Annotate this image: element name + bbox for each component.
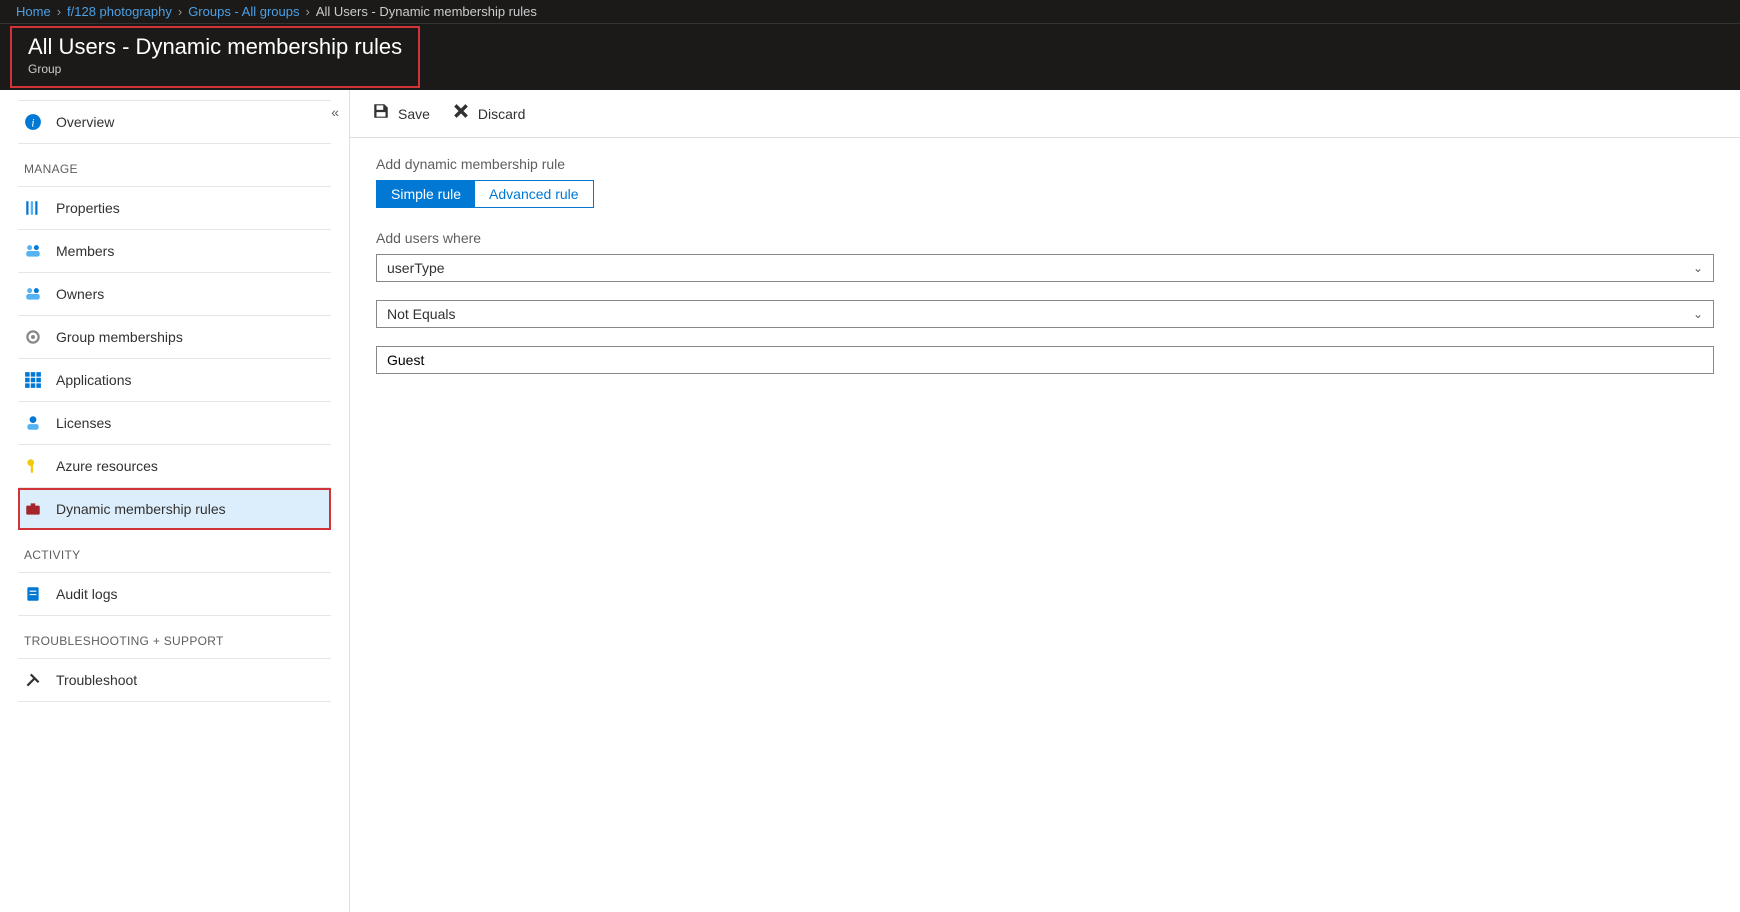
nav-label: Audit logs bbox=[56, 586, 117, 602]
chevron-right-icon: › bbox=[57, 4, 61, 19]
nav-members[interactable]: Members bbox=[18, 230, 331, 273]
collapse-sidebar-button[interactable]: « bbox=[331, 104, 339, 120]
operator-dropdown[interactable]: Not Equals ⌄ bbox=[376, 300, 1714, 328]
tab-simple-rule[interactable]: Simple rule bbox=[377, 181, 475, 207]
chevron-down-icon: ⌄ bbox=[1693, 261, 1703, 275]
log-icon bbox=[24, 585, 42, 603]
save-icon bbox=[372, 102, 390, 125]
header-bar: Home › f/128 photography › Groups - All … bbox=[0, 0, 1740, 90]
breadcrumb: Home › f/128 photography › Groups - All … bbox=[0, 0, 1740, 24]
save-label: Save bbox=[398, 106, 430, 122]
main-content: Save Discard Add dynamic membership rule… bbox=[350, 90, 1740, 912]
tab-advanced-rule[interactable]: Advanced rule bbox=[475, 181, 593, 207]
nav-audit-logs[interactable]: Audit logs bbox=[18, 572, 331, 616]
property-value: userType bbox=[387, 260, 445, 276]
nav-overview[interactable]: i Overview bbox=[18, 100, 331, 144]
nav-label: Dynamic membership rules bbox=[56, 501, 226, 517]
wrench-icon bbox=[24, 671, 42, 689]
members-icon bbox=[24, 242, 42, 260]
gear-icon bbox=[24, 328, 42, 346]
value-input[interactable] bbox=[376, 346, 1714, 374]
discard-label: Discard bbox=[478, 106, 525, 122]
nav-label: Licenses bbox=[56, 415, 111, 431]
nav-licenses[interactable]: Licenses bbox=[18, 402, 331, 445]
properties-icon bbox=[24, 199, 42, 217]
rule-section-label: Add dynamic membership rule bbox=[376, 156, 1714, 172]
nav-label: Azure resources bbox=[56, 458, 158, 474]
nav-label: Overview bbox=[56, 114, 114, 130]
sidebar: « i Overview MANAGE Properties Members bbox=[0, 90, 350, 912]
info-icon: i bbox=[24, 113, 42, 131]
where-label: Add users where bbox=[376, 230, 1714, 246]
nav-dynamic-rules[interactable]: Dynamic membership rules bbox=[18, 488, 331, 530]
nav-label: Group memberships bbox=[56, 329, 183, 345]
chevron-right-icon: › bbox=[305, 4, 309, 19]
chevron-right-icon: › bbox=[178, 4, 182, 19]
nav-label: Applications bbox=[56, 372, 132, 388]
nav-owners[interactable]: Owners bbox=[18, 273, 331, 316]
person-icon bbox=[24, 414, 42, 432]
section-manage: MANAGE bbox=[18, 144, 331, 186]
nav-azure-resources[interactable]: Azure resources bbox=[18, 445, 331, 488]
save-button[interactable]: Save bbox=[372, 102, 430, 125]
breadcrumb-groups[interactable]: Groups - All groups bbox=[188, 4, 299, 19]
nav-properties[interactable]: Properties bbox=[18, 186, 331, 230]
operator-value: Not Equals bbox=[387, 306, 455, 322]
page-subtitle: Group bbox=[28, 62, 402, 76]
page-title-block: All Users - Dynamic membership rules Gro… bbox=[10, 26, 420, 88]
nav-troubleshoot[interactable]: Troubleshoot bbox=[18, 658, 331, 702]
nav-group-memberships[interactable]: Group memberships bbox=[18, 316, 331, 359]
owners-icon bbox=[24, 285, 42, 303]
nav-applications[interactable]: Applications bbox=[18, 359, 331, 402]
rule-type-tabs: Simple rule Advanced rule bbox=[376, 180, 594, 208]
key-icon bbox=[24, 457, 42, 475]
nav-label: Properties bbox=[56, 200, 120, 216]
nav-label: Members bbox=[56, 243, 114, 259]
nav-label: Troubleshoot bbox=[56, 672, 137, 688]
breadcrumb-home[interactable]: Home bbox=[16, 4, 51, 19]
discard-button[interactable]: Discard bbox=[452, 102, 525, 125]
chevron-down-icon: ⌄ bbox=[1693, 307, 1703, 321]
briefcase-icon bbox=[24, 500, 42, 518]
nav-label: Owners bbox=[56, 286, 104, 302]
property-dropdown[interactable]: userType ⌄ bbox=[376, 254, 1714, 282]
toolbar: Save Discard bbox=[350, 90, 1740, 138]
svg-text:i: i bbox=[31, 118, 34, 130]
section-troubleshoot: TROUBLESHOOTING + SUPPORT bbox=[18, 616, 331, 658]
grid-icon bbox=[24, 371, 42, 389]
breadcrumb-current: All Users - Dynamic membership rules bbox=[316, 4, 537, 19]
breadcrumb-org[interactable]: f/128 photography bbox=[67, 4, 172, 19]
close-icon bbox=[452, 102, 470, 125]
page-title: All Users - Dynamic membership rules bbox=[28, 34, 402, 60]
section-activity: ACTIVITY bbox=[18, 530, 331, 572]
